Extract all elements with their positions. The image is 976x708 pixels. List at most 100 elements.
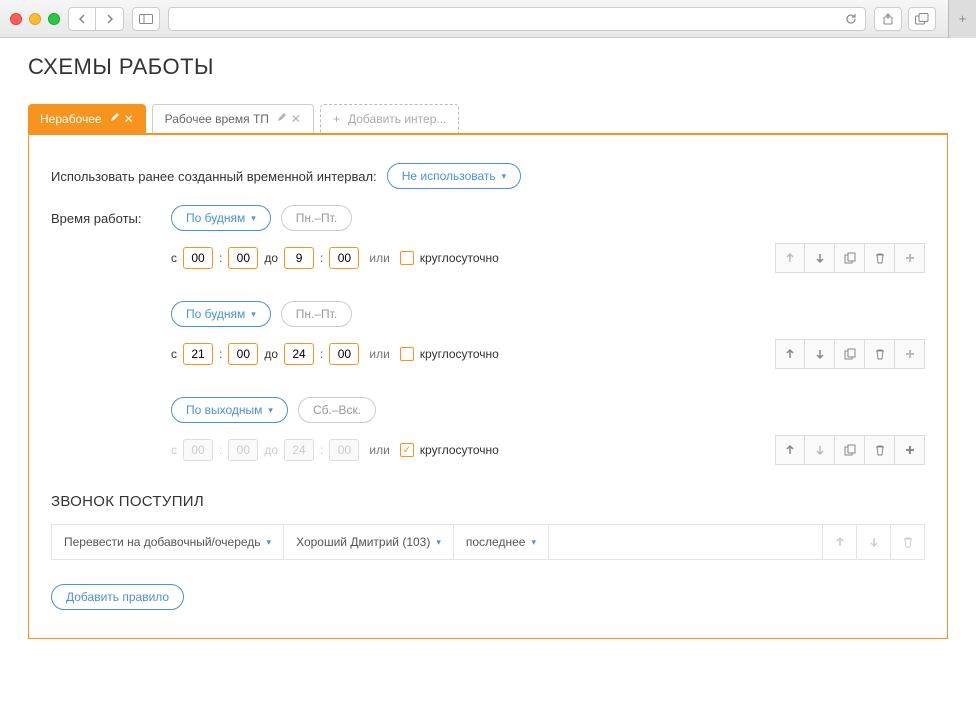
- chevron-down-icon: ▾: [531, 537, 536, 548]
- chevron-down-icon: ▾: [267, 537, 272, 548]
- to-label: до: [264, 347, 278, 361]
- close-window-icon[interactable]: [10, 13, 22, 25]
- use-prev-select[interactable]: Не использовать ▾: [387, 163, 522, 189]
- move-up-button[interactable]: [775, 243, 805, 273]
- round-clock-label: круглосуточно: [420, 443, 499, 457]
- days-range-tag[interactable]: Сб.–Вск.: [298, 397, 376, 423]
- days-range-tag[interactable]: Пн.–Пт.: [281, 301, 352, 327]
- from-label: с: [171, 443, 177, 457]
- rule-target-select[interactable]: Хороший Дмитрий (103) ▾: [284, 525, 454, 559]
- tabs-button[interactable]: [908, 7, 936, 31]
- to-hours-input: [284, 439, 314, 461]
- colon: :: [320, 251, 323, 265]
- tab-working-tp[interactable]: Рабочее время ТП ✕: [152, 104, 314, 133]
- to-hours-input[interactable]: [284, 247, 314, 269]
- or-label: или: [369, 443, 389, 457]
- to-minutes-input[interactable]: [329, 343, 359, 365]
- delete-button[interactable]: [890, 525, 924, 559]
- edit-icon[interactable]: [277, 112, 287, 126]
- edit-icon[interactable]: [110, 112, 120, 126]
- use-prev-label: Использовать ранее созданный временной и…: [51, 169, 377, 184]
- chevron-down-icon: ▾: [251, 213, 256, 224]
- share-button[interactable]: [874, 7, 902, 31]
- to-label: до: [264, 443, 278, 457]
- delete-button[interactable]: [865, 435, 895, 465]
- move-down-button[interactable]: [805, 243, 835, 273]
- move-up-button[interactable]: [775, 435, 805, 465]
- row-actions: [775, 243, 925, 273]
- from-minutes-input[interactable]: [228, 247, 258, 269]
- from-hours-input[interactable]: [183, 343, 213, 365]
- new-tab-button[interactable]: +: [948, 0, 976, 38]
- to-label: до: [264, 251, 278, 265]
- from-hours-input[interactable]: [183, 247, 213, 269]
- tab-label: Нерабочее: [40, 112, 102, 126]
- move-down-button[interactable]: [805, 435, 835, 465]
- rule-order-select[interactable]: последнее ▾: [454, 525, 549, 559]
- browser-toolbar: +: [0, 0, 976, 38]
- from-minutes-input[interactable]: [228, 343, 258, 365]
- round-clock-label: круглосуточно: [420, 251, 499, 265]
- close-icon[interactable]: ✕: [124, 112, 134, 126]
- work-time-label: Время работы:: [51, 211, 161, 226]
- maximize-window-icon[interactable]: [48, 13, 60, 25]
- row-actions: [775, 435, 925, 465]
- tab-label: Добавить интер...: [348, 112, 446, 126]
- chevron-down-icon: ▾: [268, 405, 273, 416]
- day-type-select[interactable]: По будням ▾: [171, 301, 271, 327]
- sidebar-toggle-button[interactable]: [132, 7, 160, 31]
- forward-button[interactable]: [96, 7, 124, 31]
- page-title: СХЕМЫ РАБОТЫ: [28, 54, 948, 80]
- copy-button[interactable]: [835, 243, 865, 273]
- tab-nonworking[interactable]: Нерабочее ✕: [28, 104, 146, 133]
- day-type-select[interactable]: По выходным ▾: [171, 397, 288, 423]
- day-type-select[interactable]: По будням ▾: [171, 205, 271, 231]
- from-hours-input: [183, 439, 213, 461]
- to-minutes-input[interactable]: [329, 247, 359, 269]
- add-button[interactable]: [895, 435, 925, 465]
- add-button[interactable]: [895, 339, 925, 369]
- chevron-down-icon: ▾: [502, 171, 507, 182]
- tab-label: Рабочее время ТП: [165, 112, 269, 126]
- to-hours-input[interactable]: [284, 343, 314, 365]
- or-label: или: [369, 347, 389, 361]
- from-label: с: [171, 251, 177, 265]
- round-clock-checkbox[interactable]: ✓: [400, 443, 414, 457]
- delete-button[interactable]: [865, 243, 895, 273]
- address-bar[interactable]: [168, 7, 866, 31]
- close-icon[interactable]: ✕: [291, 112, 301, 126]
- plus-icon: +: [333, 112, 340, 126]
- days-range-tag[interactable]: Пн.–Пт.: [281, 205, 352, 231]
- reload-icon[interactable]: [845, 13, 857, 25]
- add-button[interactable]: [895, 243, 925, 273]
- back-button[interactable]: [68, 7, 96, 31]
- round-clock-label: круглосуточно: [420, 347, 499, 361]
- row-actions: [775, 339, 925, 369]
- colon: :: [219, 251, 222, 265]
- interval-tabs: Нерабочее ✕ Рабочее время ТП ✕ + Добавит…: [28, 104, 948, 135]
- chevron-down-icon: ▾: [436, 537, 441, 548]
- round-clock-checkbox[interactable]: [400, 347, 414, 361]
- rule-actions: [822, 525, 924, 559]
- or-label: или: [369, 251, 389, 265]
- to-minutes-input: [329, 439, 359, 461]
- round-clock-checkbox[interactable]: [400, 251, 414, 265]
- move-up-button[interactable]: [822, 525, 856, 559]
- interval-panel: Использовать ранее созданный временной и…: [28, 135, 948, 639]
- from-minutes-input: [228, 439, 258, 461]
- tab-add-interval[interactable]: + Добавить интер...: [320, 104, 459, 133]
- minimize-window-icon[interactable]: [29, 13, 41, 25]
- add-rule-button[interactable]: Добавить правило: [51, 584, 184, 610]
- window-controls: [10, 13, 60, 25]
- move-up-button[interactable]: [775, 339, 805, 369]
- nav-back-forward: [68, 7, 124, 31]
- copy-button[interactable]: [835, 339, 865, 369]
- rule-action-select[interactable]: Перевести на добавочный/очередь ▾: [52, 525, 284, 559]
- move-down-button[interactable]: [856, 525, 890, 559]
- copy-button[interactable]: [835, 435, 865, 465]
- call-rule-row: Перевести на добавочный/очередь ▾ Хороши…: [51, 524, 925, 560]
- delete-button[interactable]: [865, 339, 895, 369]
- chevron-down-icon: ▾: [251, 309, 256, 320]
- from-label: с: [171, 347, 177, 361]
- move-down-button[interactable]: [805, 339, 835, 369]
